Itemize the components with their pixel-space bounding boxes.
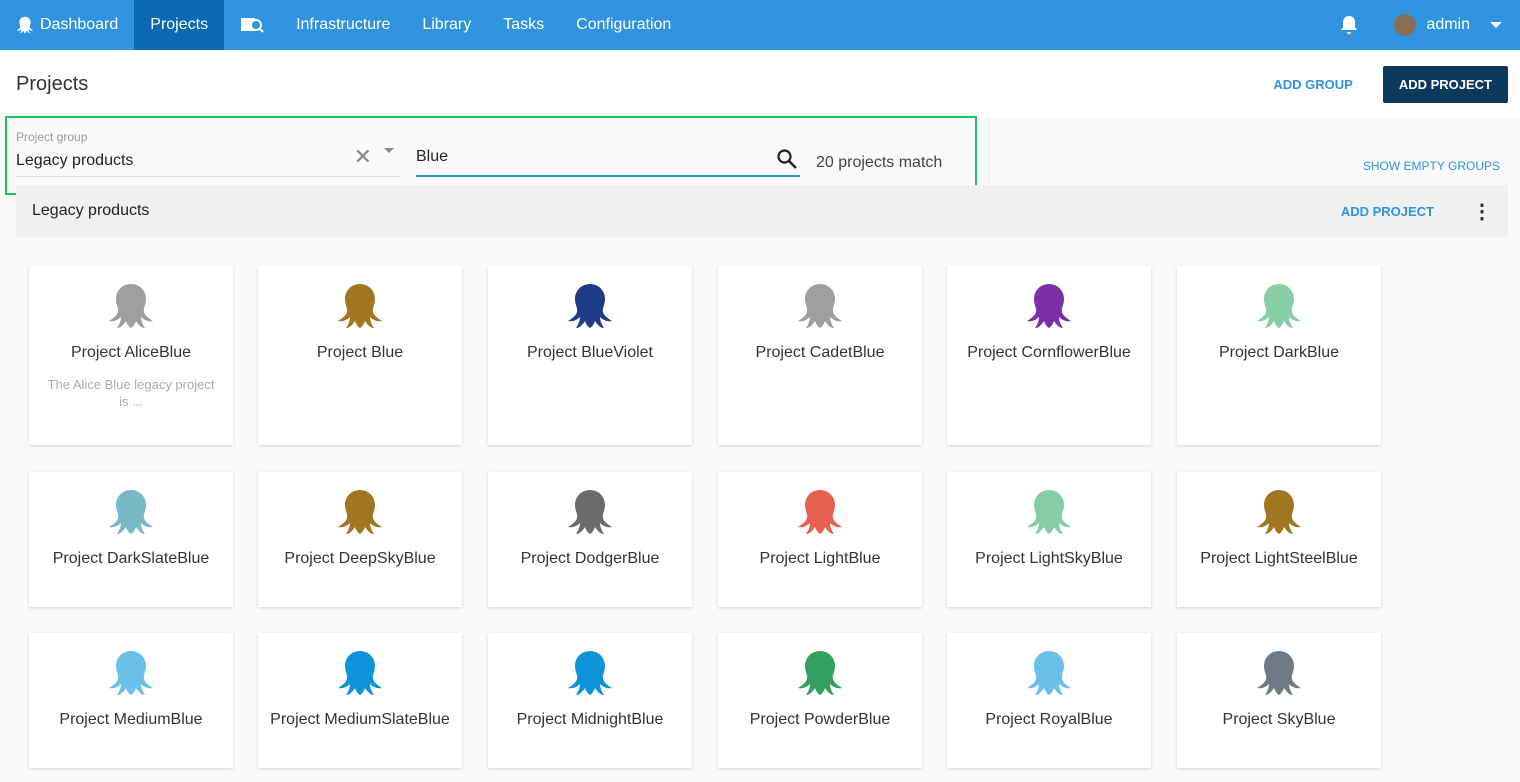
search-input[interactable]: Blue [416,148,800,177]
octopus-logo-icon [1257,284,1301,328]
project-card[interactable]: Project RoyalBlue [947,633,1151,768]
octopus-logo-icon [568,651,612,695]
octopus-logo-icon [798,651,842,695]
nav-projects[interactable]: Projects [134,0,225,50]
project-card[interactable]: Project MidnightBlue [488,633,692,768]
dropdown-arrow-icon[interactable] [384,148,394,158]
project-name: Project CadetBlue [755,344,885,361]
more-vert-icon[interactable]: ⋮ [1472,199,1492,224]
octopus-logo-icon [1027,284,1071,328]
project-card[interactable]: Project LightBlue [718,472,922,607]
project-name: Project RoyalBlue [985,711,1113,728]
user-menu[interactable]: admin [1426,16,1470,34]
nav-label: Projects [150,16,209,33]
nav-infrastructure[interactable]: Infrastructure [280,0,406,50]
project-card[interactable]: Project CornflowerBlue [947,266,1151,445]
clear-icon[interactable]: ✕ [354,144,372,170]
octopus-logo-icon [338,490,382,534]
project-description: The Alice Blue legacy project is ... [47,377,215,409]
project-card[interactable]: Project BlueViolet [488,266,692,445]
match-count: 20 projects match [816,154,943,171]
project-name: Project BlueViolet [527,344,653,361]
chevron-down-icon[interactable] [1490,22,1502,34]
group-add-project-button[interactable]: ADD PROJECT [1341,204,1434,219]
project-card[interactable]: Project MediumBlue [29,633,233,768]
top-nav: Dashboard Projects Infrastructure Librar… [0,0,1520,50]
octopus-logo-icon [568,284,612,328]
nav-label: Library [422,16,472,33]
octopus-icon [16,16,34,34]
octopus-logo-icon [798,284,842,328]
nav-label: Tasks [503,16,545,33]
nav-configuration[interactable]: Configuration [560,0,687,50]
project-group-label: Project group [16,130,88,144]
page-title: Projects [16,72,89,95]
page-header: Projects ADD GROUP ADD PROJECT [0,50,1520,118]
octopus-logo-icon [338,651,382,695]
octopus-logo-icon [1027,651,1071,695]
project-card[interactable]: Project CadetBlue [718,266,922,445]
project-card[interactable]: Project MediumSlateBlue [258,633,462,768]
project-name: Project PowderBlue [749,711,891,728]
octopus-logo-icon [1027,490,1071,534]
project-card[interactable]: Project PowderBlue [718,633,922,768]
nav-dashboard[interactable]: Dashboard [0,0,134,50]
project-name: Project CornflowerBlue [967,344,1131,361]
octopus-logo-icon [109,284,153,328]
avatar[interactable] [1394,14,1417,36]
octopus-logo-icon [338,284,382,328]
show-empty-groups-button[interactable]: SHOW EMPTY GROUPS [1363,159,1500,173]
octopus-logo-icon [1257,651,1301,695]
octopus-logo-icon [1257,490,1301,534]
nav-label: Configuration [576,16,672,33]
bell-icon[interactable] [1340,15,1358,35]
nav-tasks[interactable]: Tasks [487,0,560,50]
add-project-button[interactable]: ADD PROJECT [1382,65,1508,103]
group-title: Legacy products [32,202,150,219]
project-card[interactable]: Project DodgerBlue [488,472,692,607]
project-card[interactable]: Project DarkBlue [1177,266,1381,445]
project-card[interactable]: Project LightSteelBlue [1177,472,1381,607]
project-card[interactable]: Project Blue [258,266,462,445]
project-card[interactable]: Project AliceBlue The Alice Blue legacy p… [29,266,233,445]
project-group-select[interactable]: Project group Legacy products ✕ [16,130,400,177]
octopus-logo-icon [109,490,153,534]
add-group-button[interactable]: ADD GROUP [1273,77,1352,92]
project-card[interactable]: Project DeepSkyBlue [258,472,462,607]
project-name: Project LightBlue [759,550,881,567]
project-name: Project DarkBlue [1218,344,1340,361]
nav-label: Infrastructure [296,16,391,33]
project-name: Project LightSteelBlue [1200,550,1358,567]
project-name: Project Blue [316,344,404,361]
octopus-logo-icon [798,490,842,534]
project-name: Project DarkSlateBlue [52,550,210,567]
project-name: Project MidnightBlue [516,711,664,728]
nav-library[interactable]: Library [406,0,487,50]
project-card[interactable]: Project SkyBlue [1177,633,1381,768]
project-name: Project SkyBlue [1222,711,1336,728]
search-icon[interactable] [776,148,798,170]
project-name: Project MediumBlue [59,711,203,728]
octopus-logo-icon [109,651,153,695]
project-name: Project AliceBlue [70,344,192,361]
nav-search-icon[interactable] [224,0,280,50]
group-header: Legacy products ADD PROJECT ⋮ [16,185,1508,237]
nav-label: Dashboard [40,16,119,33]
project-name: Project LightSkyBlue [975,550,1123,567]
project-name: Project DodgerBlue [520,550,660,567]
search-value: Blue [416,148,449,165]
octopus-logo-icon [568,490,612,534]
project-group-value: Legacy products [16,152,134,169]
project-card[interactable]: Project LightSkyBlue [947,472,1151,607]
project-name: Project MediumSlateBlue [270,711,450,728]
project-card[interactable]: Project DarkSlateBlue [29,472,233,607]
project-name: Project DeepSkyBlue [284,550,436,567]
